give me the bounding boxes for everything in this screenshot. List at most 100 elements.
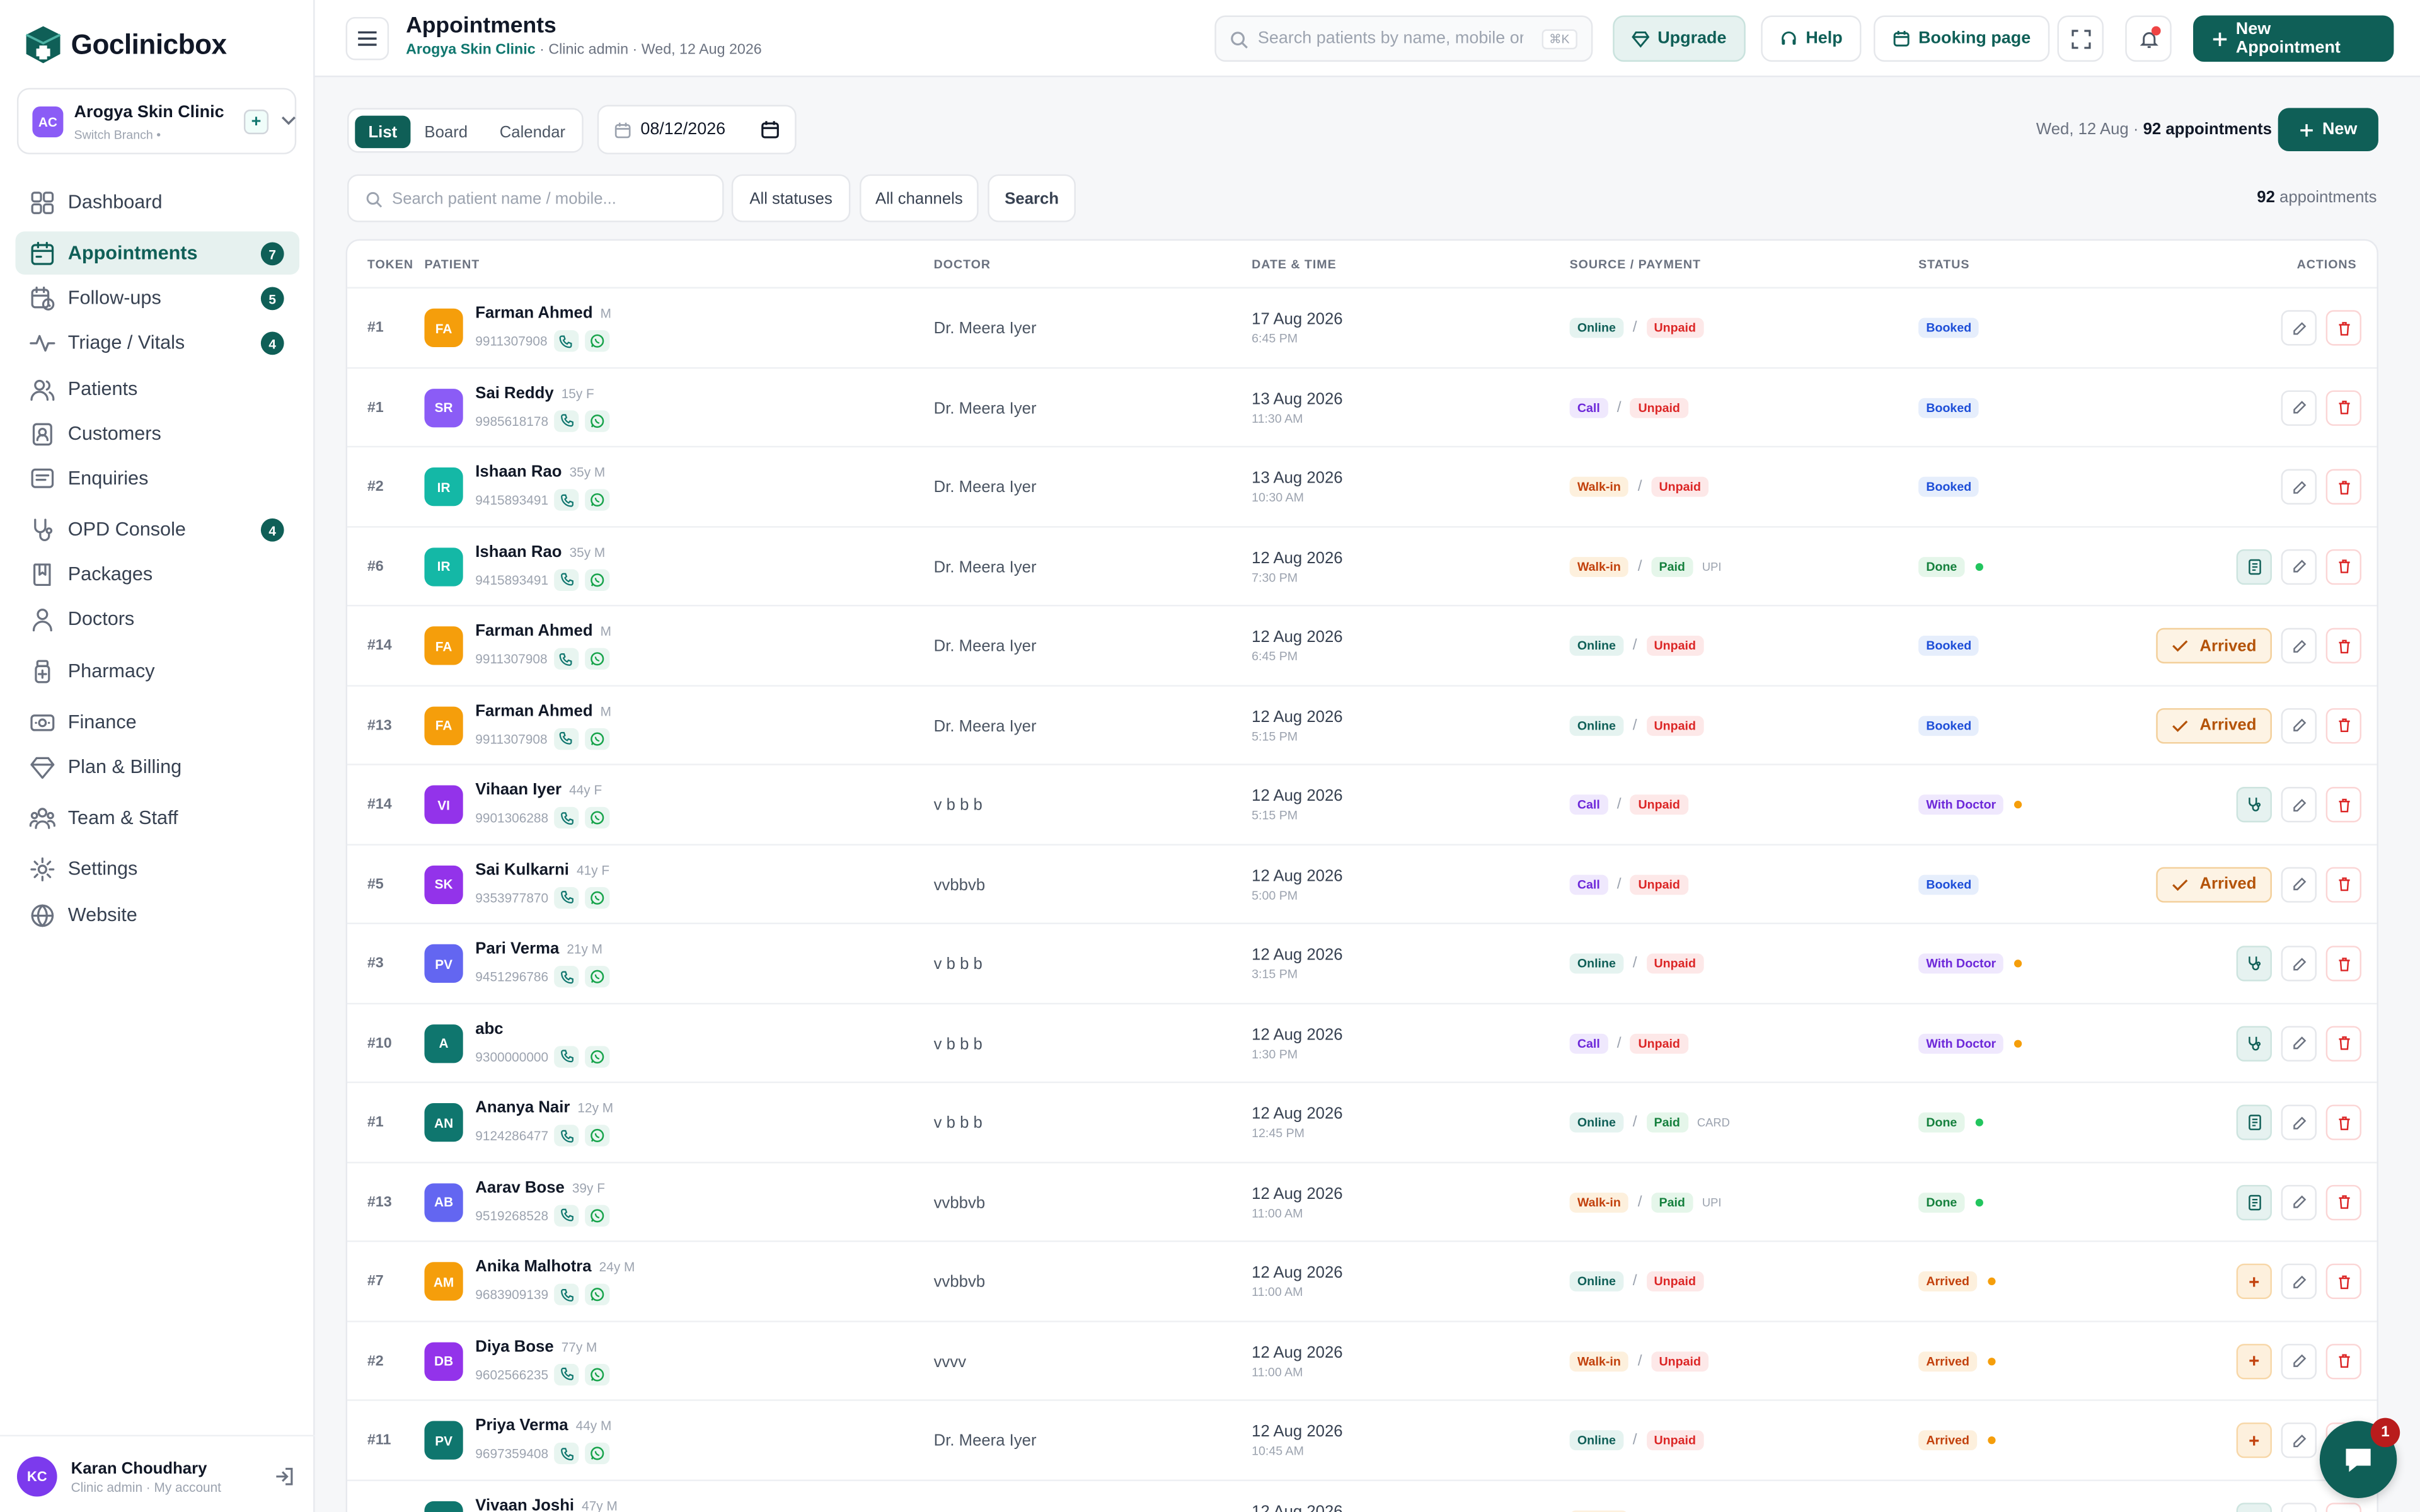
patient-name[interactable]: Sai Reddy 15y F (475, 384, 594, 402)
sidebar-item-website[interactable]: Website (15, 893, 299, 937)
new-appointment-button[interactable]: New Appointment (2193, 15, 2394, 62)
logout-icon[interactable] (273, 1466, 294, 1487)
add-vitals-button[interactable]: + (2236, 1263, 2272, 1300)
bill-button[interactable] (2236, 1104, 2272, 1140)
phone-icon[interactable] (553, 330, 579, 352)
fullscreen-button[interactable] (2057, 15, 2104, 62)
user-account[interactable]: KC Karan Choudhary Clinic admin · My acc… (0, 1435, 315, 1512)
patient-name[interactable]: Priya Verma 44y M (475, 1416, 611, 1435)
delete-button[interactable] (2325, 866, 2361, 902)
phone-icon[interactable] (554, 410, 580, 432)
bill-button[interactable] (2236, 548, 2272, 584)
phone-icon[interactable] (554, 886, 580, 908)
menu-toggle-button[interactable] (345, 16, 389, 60)
phone-icon[interactable] (554, 1204, 580, 1226)
edit-button[interactable] (2281, 946, 2317, 982)
patient-name[interactable]: Farman Ahmed M (475, 304, 611, 322)
edit-button[interactable] (2281, 469, 2317, 505)
table-row[interactable]: #2 DB Diya Bose 77y M 9602566235 vvvv 12 Aug … (347, 1320, 2377, 1399)
table-row[interactable]: #1 FA Farman Ahmed M 9911307908 Dr. Meera Iy… (347, 287, 2377, 367)
whatsapp-icon[interactable] (584, 330, 609, 352)
delete-button[interactable] (2325, 1263, 2361, 1300)
mark-arrived-button[interactable]: Arrived (2156, 866, 2272, 902)
whatsapp-icon[interactable] (585, 1442, 611, 1465)
help-button[interactable]: Help (1761, 15, 1862, 62)
edit-button[interactable] (2281, 707, 2317, 743)
bill-button[interactable] (2236, 1502, 2272, 1512)
tab-list[interactable]: List (355, 115, 411, 149)
consult-button[interactable] (2236, 1025, 2272, 1061)
patient-name[interactable]: Ishaan Rao 35y M (475, 542, 605, 561)
bill-button[interactable] (2236, 1184, 2272, 1220)
phone-icon[interactable] (554, 1363, 580, 1385)
tab-calendar[interactable]: Calendar (485, 116, 580, 148)
table-row[interactable]: #6 IR Ishaan Rao 35y M 9415893491 Dr. Meera … (347, 525, 2377, 605)
delete-button[interactable] (2325, 1184, 2361, 1220)
delete-button[interactable] (2325, 946, 2361, 982)
phone-icon[interactable] (553, 648, 579, 670)
calendar-picker-icon[interactable] (761, 120, 779, 139)
edit-button[interactable] (2281, 1025, 2317, 1061)
patient-name[interactable]: Vivaan Joshi 47y M (475, 1496, 618, 1512)
edit-button[interactable] (2281, 627, 2317, 664)
whatsapp-icon[interactable] (585, 568, 611, 590)
table-row[interactable]: #7 AM Anika Malhotra 24y M 9683909139 vvbbvb… (347, 1240, 2377, 1320)
phone-icon[interactable] (554, 568, 580, 590)
sidebar-item-settings[interactable]: Settings (15, 847, 299, 891)
sidebar-item-triage-vitals[interactable]: Triage / Vitals 4 (15, 321, 299, 364)
booking-page-button[interactable]: Booking page (1874, 15, 2049, 62)
upgrade-button[interactable]: Upgrade (1613, 15, 1745, 62)
patient-name[interactable]: Aarav Bose 39y F (475, 1178, 605, 1196)
delete-button[interactable] (2325, 1502, 2361, 1512)
sidebar-item-finance[interactable]: Finance (15, 701, 299, 744)
table-row[interactable]: #13 AB Aarav Bose 39y F 9519268528 vvbbvb 12 … (347, 1160, 2377, 1240)
sidebar-item-opd-console[interactable]: OPD Console 4 (15, 508, 299, 551)
edit-button[interactable] (2281, 1502, 2317, 1512)
table-row[interactable]: #10 Aabc 9300000000 v b b b 12 Aug 2026 1:30 … (347, 1002, 2377, 1082)
mark-arrived-button[interactable]: Arrived (2156, 627, 2272, 664)
sidebar-item-plan-billing[interactable]: Plan & Billing (15, 745, 299, 789)
whatsapp-icon[interactable] (584, 648, 609, 670)
sidebar-item-team-staff[interactable]: Team & Staff (15, 796, 299, 840)
patient-name[interactable]: Ananya Nair 12y M (475, 1099, 613, 1117)
patient-name[interactable]: Vihaan Iyer 44y F (475, 781, 602, 799)
clinic-link[interactable]: Arogya Skin Clinic (406, 42, 536, 59)
table-row[interactable]: #13 FA Farman Ahmed M 9911307908 Dr. Meera I… (347, 684, 2377, 764)
tab-board[interactable]: Board (413, 116, 478, 148)
sidebar-item-appointments[interactable]: Appointments 7 (15, 231, 300, 275)
patient-name[interactable]: Farman Ahmed M (475, 701, 611, 719)
table-row[interactable]: #1 AN Ananya Nair 12y M 9124286477 v b b b 12… (347, 1081, 2377, 1161)
edit-button[interactable] (2281, 1343, 2317, 1379)
whatsapp-icon[interactable] (585, 1363, 611, 1385)
delete-button[interactable] (2325, 469, 2361, 505)
new-button[interactable]: New (2278, 108, 2378, 152)
search-button[interactable]: Search (988, 174, 1076, 222)
status-filter[interactable]: All statuses (731, 174, 851, 222)
whatsapp-icon[interactable] (584, 727, 609, 749)
whatsapp-icon[interactable] (585, 489, 611, 511)
add-branch-button[interactable]: + (243, 109, 269, 135)
channel-filter[interactable]: All channels (860, 174, 979, 222)
edit-button[interactable] (2281, 310, 2317, 346)
edit-button[interactable] (2281, 1104, 2317, 1140)
delete-button[interactable] (2325, 707, 2361, 743)
delete-button[interactable] (2325, 389, 2361, 425)
patient-name[interactable]: Farman Ahmed M (475, 622, 611, 640)
branch-switcher[interactable]: AC Arogya Skin Clinic Switch Branch • + (16, 88, 297, 154)
chat-widget-button[interactable]: 1 (2319, 1418, 2400, 1498)
add-vitals-button[interactable]: + (2236, 1422, 2272, 1458)
patient-name[interactable]: Anika Malhotra 24y M (475, 1257, 635, 1276)
edit-button[interactable] (2281, 389, 2317, 425)
table-row[interactable]: #14 FA Farman Ahmed M 9911307908 Dr. Meera I… (347, 605, 2377, 684)
global-search-input[interactable]: Search patients by name, mobile or ⌘K (1214, 15, 1593, 62)
edit-button[interactable] (2281, 1422, 2317, 1458)
phone-icon[interactable] (554, 1045, 580, 1067)
table-row[interactable]: #14 VI Vihaan Iyer 44y F 9901306288 v b b b 1… (347, 764, 2377, 843)
table-row[interactable]: #1 SR Sai Reddy 15y F 9985618178 Dr. Meera I… (347, 366, 2377, 446)
edit-button[interactable] (2281, 1184, 2317, 1220)
delete-button[interactable] (2325, 1025, 2361, 1061)
table-row[interactable]: #2 IR Ishaan Rao 35y M 9415893491 Dr. Meera … (347, 445, 2377, 525)
whatsapp-icon[interactable] (585, 1283, 611, 1305)
whatsapp-icon[interactable] (585, 1204, 611, 1226)
whatsapp-icon[interactable] (585, 1045, 611, 1067)
